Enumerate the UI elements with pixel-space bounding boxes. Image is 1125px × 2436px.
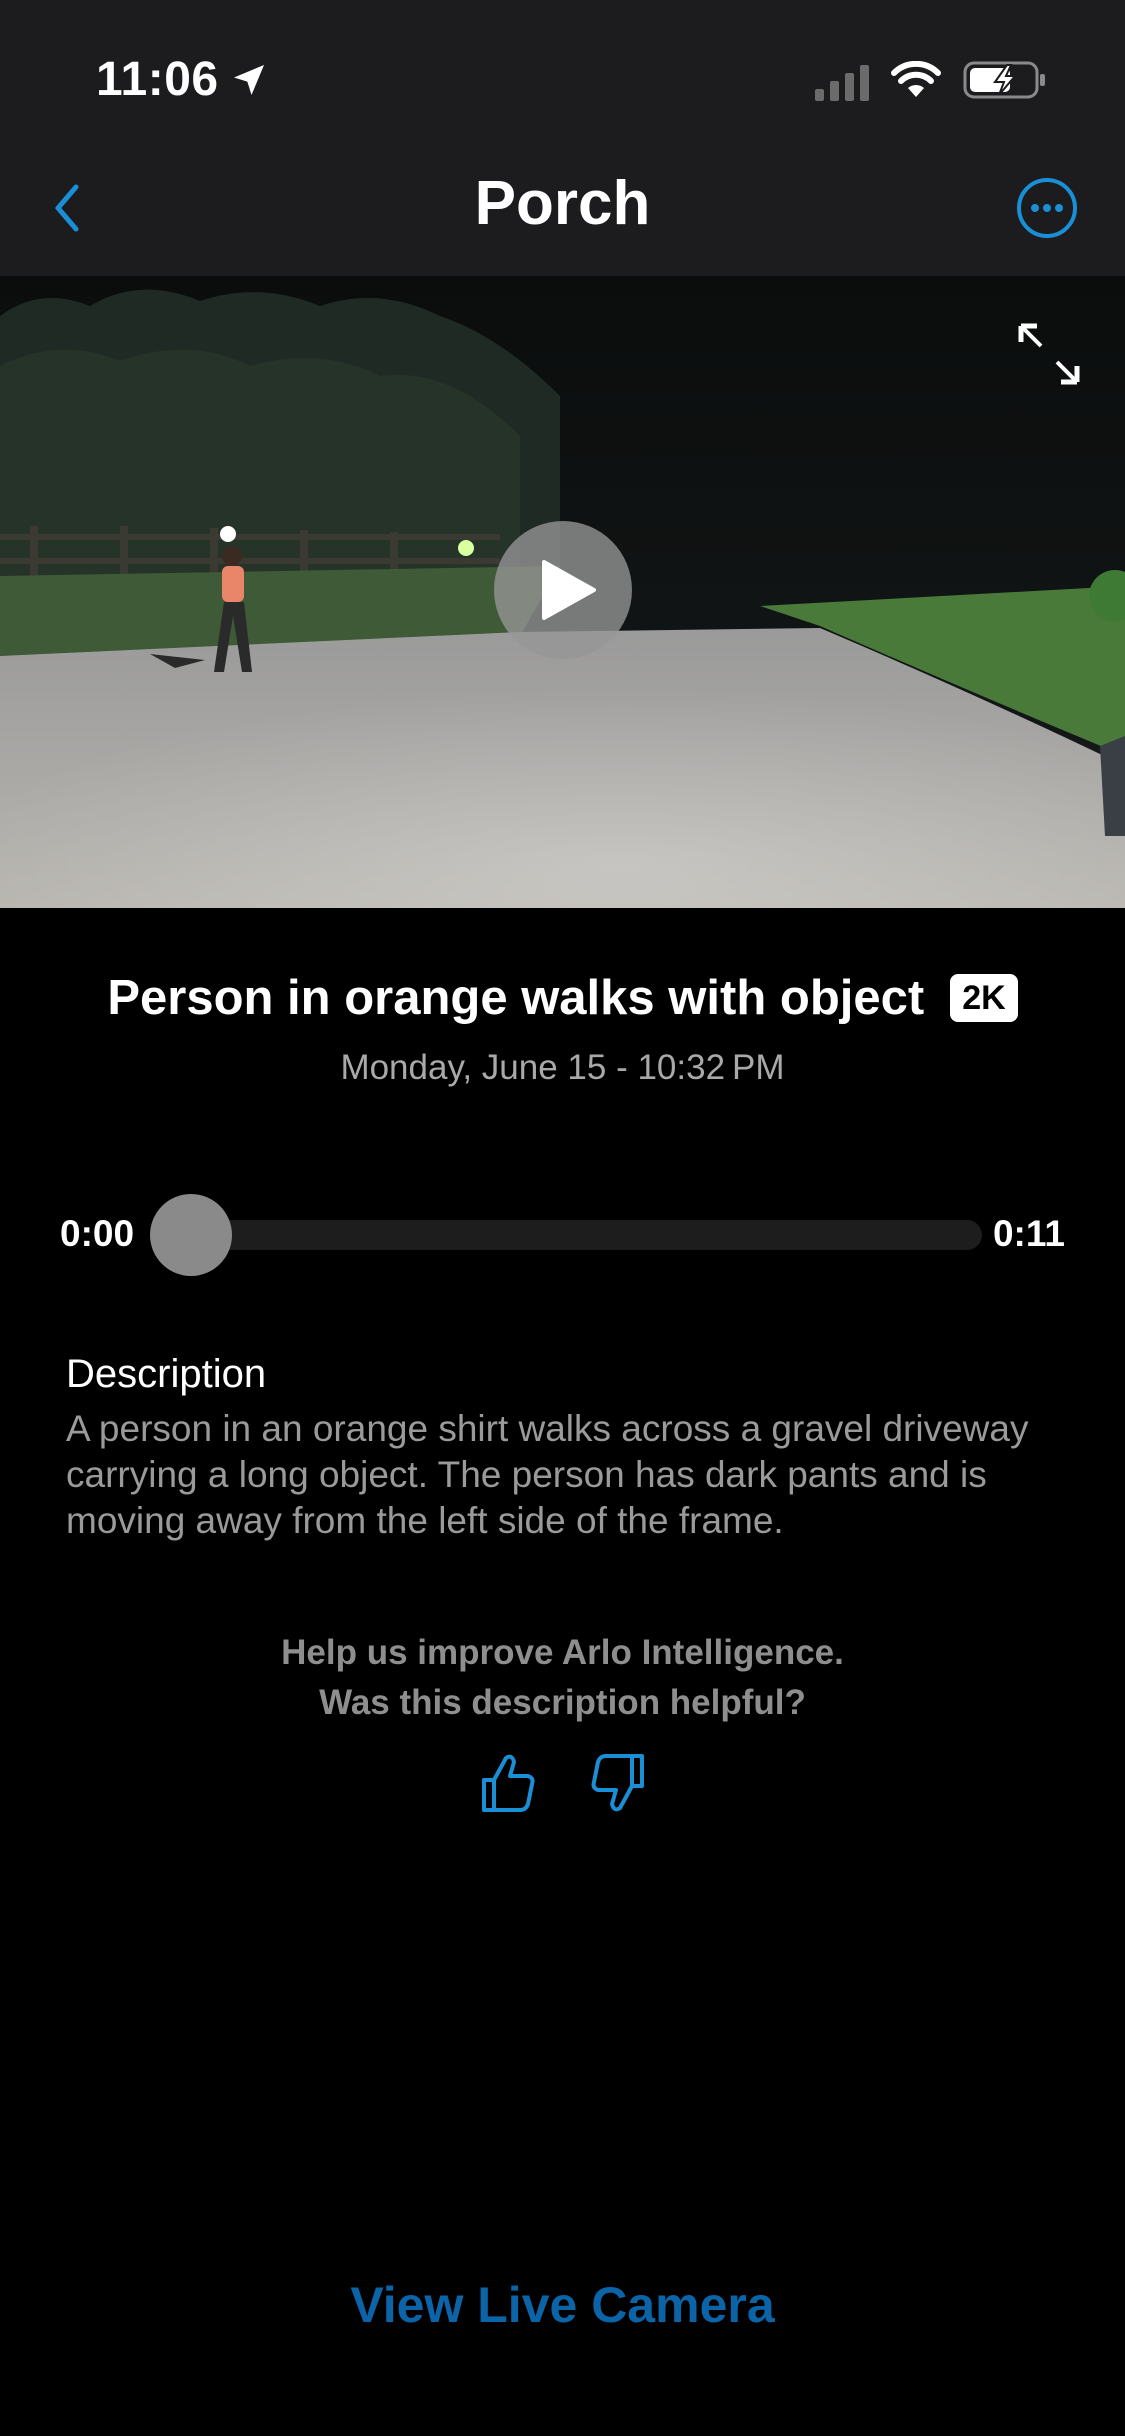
status-icons xyxy=(815,60,1047,105)
current-time: 0:00 xyxy=(60,1213,135,1254)
play-icon xyxy=(542,560,596,620)
view-live-camera-button[interactable]: View Live Camera xyxy=(0,2276,1125,2334)
page-title: Porch xyxy=(474,169,651,238)
feedback-buttons xyxy=(0,1750,1125,1816)
more-options-button[interactable] xyxy=(1015,176,1079,240)
location-arrow-icon xyxy=(233,64,264,95)
wifi-icon xyxy=(891,60,941,104)
feedback-prompt-line1: Help us improve Arlo Intelligence. xyxy=(281,1633,844,1672)
event-title: Person in orange walks with object xyxy=(107,971,925,1025)
feedback-prompt: Help us improve Arlo Intelligence. Was t… xyxy=(0,1628,1125,1728)
thumbs-up-icon xyxy=(481,1754,534,1812)
video-player[interactable] xyxy=(0,276,1125,908)
thumbs-down-button[interactable] xyxy=(588,1750,648,1816)
play-button[interactable] xyxy=(494,521,632,659)
expand-icon xyxy=(1018,323,1080,385)
status-time: 11:06 xyxy=(96,52,269,107)
signal-icon xyxy=(815,64,869,101)
event-title-row: Person in orange walks with object 2K xyxy=(0,970,1125,1026)
description-heading: Description xyxy=(66,1352,267,1396)
status-time-text: 11:06 xyxy=(96,53,219,106)
thumbs-up-button[interactable] xyxy=(478,1750,538,1816)
description-body: A person in an orange shirt walks across… xyxy=(66,1408,1029,1541)
quality-badge: 2K xyxy=(950,974,1018,1022)
event-detail-screen: 11:06 Porch Person in orange walks with … xyxy=(0,0,1125,2436)
expand-button[interactable] xyxy=(1015,320,1083,388)
event-date: Monday, June 15 - 10:32 PM xyxy=(340,1048,785,1087)
feedback-prompt-line2: Was this description helpful? xyxy=(319,1683,806,1722)
duration: 0:11 xyxy=(992,1213,1065,1254)
battery-charging-icon xyxy=(963,60,1047,105)
ellipsis-circle-icon xyxy=(1017,178,1077,238)
scrubber-thumb[interactable] xyxy=(150,1194,232,1276)
top-bar: 11:06 Porch xyxy=(0,0,1125,276)
scrubber-track[interactable] xyxy=(150,1220,982,1250)
thumbs-down-icon xyxy=(591,1754,644,1812)
